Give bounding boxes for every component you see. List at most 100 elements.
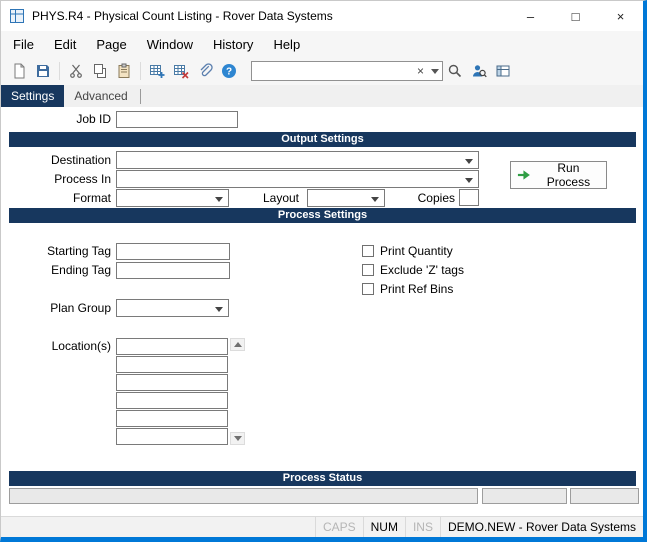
starting-tag-input[interactable] <box>116 243 230 260</box>
locations-scroll-down-button[interactable] <box>230 432 245 445</box>
location-input-3[interactable] <box>116 374 228 391</box>
search-box: × <box>251 61 443 81</box>
location-input-1[interactable] <box>116 338 228 355</box>
checkbox-box[interactable] <box>362 264 374 276</box>
layout-select[interactable] <box>307 189 385 207</box>
minimize-button[interactable]: – <box>508 1 553 31</box>
search-button[interactable] <box>443 59 467 83</box>
scroll-down-icon <box>234 436 242 445</box>
destination-select[interactable] <box>116 151 479 169</box>
starting-tag-label: Starting Tag <box>1 244 111 259</box>
menu-window[interactable]: Window <box>137 33 203 56</box>
format-select[interactable] <box>116 189 229 207</box>
exclude-z-tags-checkbox[interactable]: Exclude 'Z' tags <box>362 262 464 277</box>
menu-bar: File Edit Page Window History Help <box>1 31 643 57</box>
clear-search-icon[interactable]: × <box>413 64 428 78</box>
settings-panel: Job ID Output Settings Destination Proce… <box>1 107 643 516</box>
output-settings-header: Output Settings <box>9 132 636 147</box>
attachment-button[interactable] <box>193 59 217 83</box>
tab-advanced[interactable]: Advanced <box>64 85 137 107</box>
plan-group-label: Plan Group <box>1 301 111 316</box>
process-status-header: Process Status <box>9 471 636 486</box>
locations-label: Location(s) <box>1 339 111 354</box>
run-arrow-icon <box>517 169 531 181</box>
app-icon <box>9 8 25 24</box>
svg-text:?: ? <box>226 67 232 78</box>
save-icon <box>35 63 51 79</box>
location-input-4[interactable] <box>116 392 228 409</box>
search-dropdown-icon[interactable] <box>428 65 442 78</box>
save-button[interactable] <box>31 59 55 83</box>
location-input-6[interactable] <box>116 428 228 445</box>
paste-button[interactable] <box>112 59 136 83</box>
checkbox-box[interactable] <box>362 283 374 295</box>
help-icon: ? <box>221 63 237 79</box>
process-status-field-3 <box>570 488 639 504</box>
window-title: PHYS.R4 - Physical Count Listing - Rover… <box>32 9 508 23</box>
ins-indicator: INS <box>405 517 440 537</box>
toolbar-separator <box>140 62 141 80</box>
close-button[interactable]: × <box>598 1 643 31</box>
job-id-input[interactable] <box>116 111 238 128</box>
run-process-button[interactable]: Run Process <box>510 161 607 189</box>
menu-file[interactable]: File <box>3 33 44 56</box>
tab-settings[interactable]: Settings <box>1 85 64 107</box>
scroll-up-icon <box>234 338 242 347</box>
num-indicator: NUM <box>363 517 405 537</box>
search-input[interactable] <box>252 64 413 78</box>
print-ref-bins-label: Print Ref Bins <box>380 282 453 296</box>
destination-label: Destination <box>1 153 111 168</box>
layout-label: Layout <box>231 191 299 206</box>
location-input-2[interactable] <box>116 356 228 373</box>
help-button[interactable]: ? <box>217 59 241 83</box>
session-label: DEMO.NEW - Rover Data Systems <box>440 517 643 537</box>
new-document-icon <box>11 63 27 79</box>
print-quantity-label: Print Quantity <box>380 244 453 258</box>
toolbar-separator <box>59 62 60 80</box>
tab-strip: Settings Advanced <box>1 85 643 107</box>
paste-icon <box>116 63 132 79</box>
new-document-button[interactable] <box>7 59 31 83</box>
copy-icon <box>92 63 108 79</box>
locations-scroll-up-button[interactable] <box>230 338 245 351</box>
process-status-field-2 <box>482 488 567 504</box>
copy-button[interactable] <box>88 59 112 83</box>
exclude-z-tags-label: Exclude 'Z' tags <box>380 263 464 277</box>
run-process-label: Run Process <box>537 161 600 189</box>
plan-group-select[interactable] <box>116 299 229 317</box>
insert-grid-button[interactable] <box>145 59 169 83</box>
person-search-icon <box>471 63 487 79</box>
maximize-button[interactable]: □ <box>553 1 598 31</box>
app-window: PHYS.R4 - Physical Count Listing - Rover… <box>0 0 647 542</box>
menu-help[interactable]: Help <box>263 33 310 56</box>
status-bar: CAPS NUM INS DEMO.NEW - Rover Data Syste… <box>1 516 643 537</box>
person-search-button[interactable] <box>467 59 491 83</box>
location-input-5[interactable] <box>116 410 228 427</box>
menu-history[interactable]: History <box>203 33 263 56</box>
delete-grid-button[interactable] <box>169 59 193 83</box>
delete-grid-icon <box>173 63 189 79</box>
ending-tag-input[interactable] <box>116 262 230 279</box>
menu-edit[interactable]: Edit <box>44 33 86 56</box>
cut-icon <box>68 63 84 79</box>
print-quantity-checkbox[interactable]: Print Quantity <box>362 243 453 258</box>
caps-indicator: CAPS <box>315 517 363 537</box>
format-label: Format <box>1 191 111 206</box>
table-view-button[interactable] <box>491 59 515 83</box>
table-view-icon <box>495 63 511 79</box>
copies-label: Copies <box>397 191 455 206</box>
toolbar: ? × <box>1 57 643 85</box>
print-ref-bins-checkbox[interactable]: Print Ref Bins <box>362 281 453 296</box>
tab-divider <box>140 89 141 104</box>
process-settings-header: Process Settings <box>9 208 636 223</box>
process-status-field-main <box>9 488 478 504</box>
search-icon <box>447 63 463 79</box>
title-bar: PHYS.R4 - Physical Count Listing - Rover… <box>1 1 643 31</box>
menu-page[interactable]: Page <box>86 33 136 56</box>
job-id-label: Job ID <box>1 112 111 127</box>
cut-button[interactable] <box>64 59 88 83</box>
checkbox-box[interactable] <box>362 245 374 257</box>
process-in-select[interactable] <box>116 170 479 188</box>
copies-input[interactable] <box>459 189 479 206</box>
process-in-label: Process In <box>1 172 111 187</box>
